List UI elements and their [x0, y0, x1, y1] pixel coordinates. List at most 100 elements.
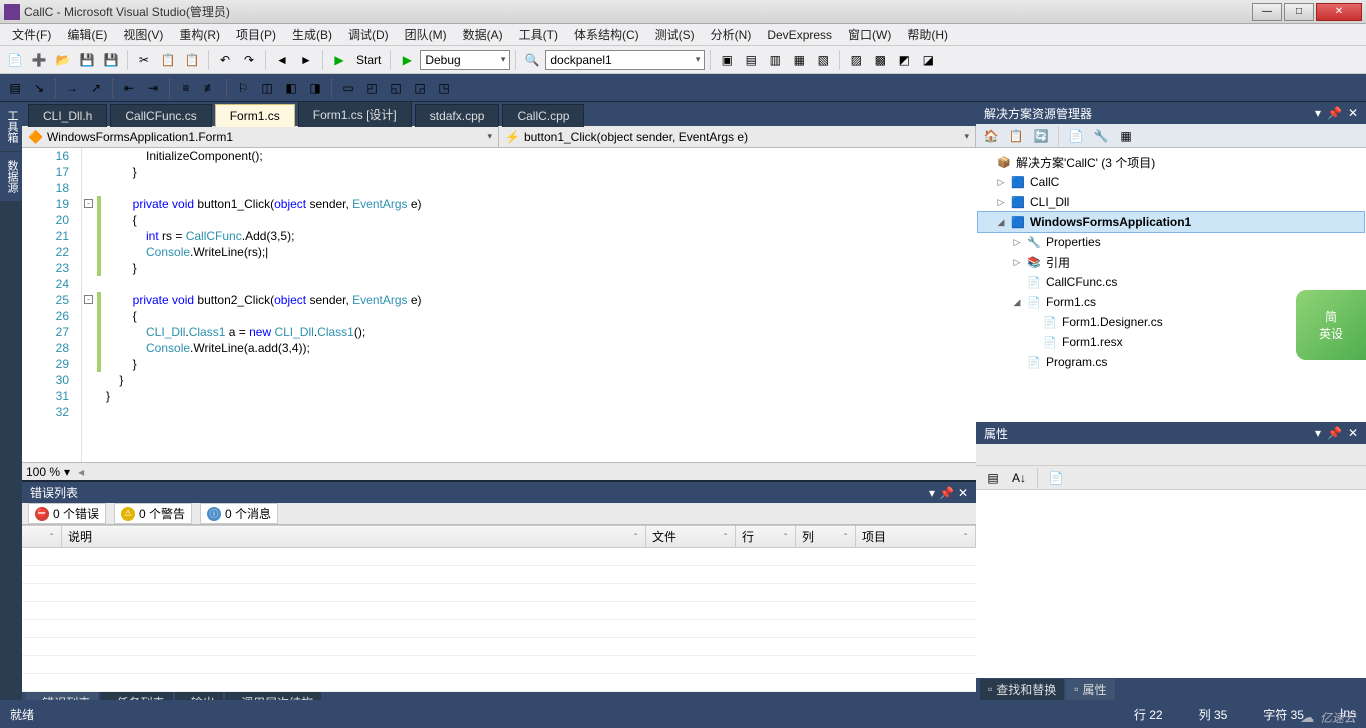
menu-帮助(H)[interactable]: 帮助(H) [899, 24, 956, 45]
uncomment-icon[interactable]: ≢ [199, 77, 221, 99]
tree-item[interactable]: ▷🔧Properties [978, 232, 1364, 252]
props-cat-icon[interactable]: ▤ [982, 467, 1004, 489]
error-col-header[interactable]: 行⌃ [736, 525, 796, 548]
new-project-icon[interactable]: 📄 [4, 49, 26, 71]
nav-back-icon[interactable]: ◄ [271, 49, 293, 71]
menu-文件(F)[interactable]: 文件(F) [4, 24, 59, 45]
menu-编辑(E)[interactable]: 编辑(E) [59, 24, 115, 45]
redo-icon[interactable]: ↷ [238, 49, 260, 71]
bookmark-icon[interactable]: ⚐ [232, 77, 254, 99]
dx-icon-8[interactable]: ◩ [893, 49, 915, 71]
props-pages-icon[interactable]: 📄 [1045, 467, 1067, 489]
find-combo[interactable]: dockpanel1 [545, 50, 705, 70]
t2-icon-10[interactable]: ◧ [280, 77, 302, 99]
sol-tb-2[interactable]: 📋 [1005, 125, 1027, 147]
code-editor[interactable]: 1617181920212223242526272829303132 -- In… [22, 148, 976, 462]
file-tab[interactable]: stdafx.cpp [415, 104, 500, 127]
dx-icon-2[interactable]: ▤ [740, 49, 762, 71]
file-tab[interactable]: Form1.cs [设计] [298, 101, 412, 127]
menu-分析(N)[interactable]: 分析(N) [703, 24, 760, 45]
dx-icon-5[interactable]: ▧ [812, 49, 834, 71]
dx-icon-6[interactable]: ▨ [845, 49, 867, 71]
props-az-icon[interactable]: A↓ [1008, 467, 1030, 489]
paste-icon[interactable]: 📋 [181, 49, 203, 71]
save-icon[interactable]: 💾 [76, 49, 98, 71]
t2-icon-16[interactable]: ◳ [433, 77, 455, 99]
t2-icon-1[interactable]: ▤ [4, 77, 26, 99]
tree-item[interactable]: ▷🟦CallC [978, 172, 1364, 192]
cut-icon[interactable]: ✂ [133, 49, 155, 71]
t2-icon-12[interactable]: ▭ [337, 77, 359, 99]
config-combo[interactable]: Debug [420, 50, 510, 70]
sol-pin-icon[interactable]: 📌 [1327, 106, 1342, 120]
right-bottom-tab[interactable]: ▫属性 [1066, 679, 1114, 700]
t2-icon-15[interactable]: ◲ [409, 77, 431, 99]
dx-icon-9[interactable]: ◪ [917, 49, 939, 71]
menu-项目(P)[interactable]: 项目(P) [228, 24, 284, 45]
save-all-icon[interactable]: 💾 [100, 49, 122, 71]
file-tab[interactable]: CallCFunc.cs [110, 104, 211, 127]
file-tab[interactable]: CLI_Dll.h [28, 104, 107, 127]
t2-icon-4[interactable]: ↗ [85, 77, 107, 99]
error-col-header[interactable]: 文件⌃ [646, 525, 736, 548]
menu-视图(V)[interactable]: 视图(V) [115, 24, 171, 45]
nav-class-combo[interactable]: 🔶 WindowsFormsApplication1.Form1 [22, 126, 499, 147]
panel-pin-icon[interactable]: 📌 [939, 486, 954, 500]
indent-more-icon[interactable]: ⇥ [142, 77, 164, 99]
t2-icon-14[interactable]: ◱ [385, 77, 407, 99]
panel-dropdown-icon[interactable]: ▾ [929, 486, 935, 500]
left-tab[interactable]: 工具箱 [0, 102, 22, 151]
sol-tb-3[interactable]: 🔄 [1030, 125, 1052, 147]
code-lines[interactable]: InitializeComponent(); } private void bu… [102, 148, 976, 462]
t2-icon-3[interactable]: → [61, 77, 83, 99]
menu-工具(T)[interactable]: 工具(T) [511, 24, 566, 45]
comment-icon[interactable]: ≡ [175, 77, 197, 99]
props-close-icon[interactable]: ✕ [1348, 426, 1358, 440]
run-icon[interactable]: ▶ [396, 49, 418, 71]
menu-重构(R)[interactable]: 重构(R) [171, 24, 228, 45]
minimize-button[interactable]: — [1252, 3, 1282, 21]
props-dropdown-icon[interactable]: ▾ [1315, 426, 1321, 440]
left-tab[interactable]: 数据源 [0, 152, 22, 201]
error-col-header[interactable]: 说明⌃ [62, 525, 646, 548]
nav-fwd-icon[interactable]: ► [295, 49, 317, 71]
file-tab[interactable]: Form1.cs [215, 104, 295, 127]
tree-root[interactable]: 📦解决方案'CallC' (3 个项目) [978, 152, 1364, 172]
right-bottom-tab[interactable]: ▫查找和替换 [980, 679, 1064, 700]
zoom-value[interactable]: 100 % [26, 465, 60, 479]
menu-DevExpress[interactable]: DevExpress [759, 26, 840, 44]
t2-icon-2[interactable]: ↘ [28, 77, 50, 99]
indent-less-icon[interactable]: ⇤ [118, 77, 140, 99]
menu-调试(D)[interactable]: 调试(D) [340, 24, 397, 45]
error-badge[interactable]: ⛔0 个错误 [28, 503, 106, 524]
menu-体系结构(C)[interactable]: 体系结构(C) [566, 24, 647, 45]
tree-item[interactable]: ▷📚引用 [978, 252, 1364, 272]
error-col-header[interactable]: ⌃ [22, 525, 62, 548]
menu-数据(A)[interactable]: 数据(A) [455, 24, 511, 45]
t2-icon-11[interactable]: ◨ [304, 77, 326, 99]
file-tab[interactable]: CallC.cpp [502, 104, 584, 127]
open-icon[interactable]: 📂 [52, 49, 74, 71]
close-button[interactable]: ✕ [1316, 3, 1362, 21]
t2-icon-13[interactable]: ◰ [361, 77, 383, 99]
tree-item[interactable]: ▷🟦CLI_Dll [978, 192, 1364, 212]
sol-tb-5[interactable]: 🔧 [1090, 125, 1112, 147]
sol-close-icon[interactable]: ✕ [1348, 106, 1358, 120]
find-icon[interactable]: 🔍 [521, 49, 543, 71]
nav-method-combo[interactable]: ⚡ button1_Click(object sender, EventArgs… [499, 126, 976, 147]
tree-item[interactable]: 📄CallCFunc.cs [978, 272, 1364, 292]
add-item-icon[interactable]: ➕ [28, 49, 50, 71]
start-play-icon[interactable]: ▶ [328, 49, 350, 71]
undo-icon[interactable]: ↶ [214, 49, 236, 71]
tree-item[interactable]: ◢🟦WindowsFormsApplication1 [978, 212, 1364, 232]
panel-close-icon[interactable]: ✕ [958, 486, 968, 500]
dx-icon-1[interactable]: ▣ [716, 49, 738, 71]
menu-生成(B)[interactable]: 生成(B) [284, 24, 340, 45]
solution-tree[interactable]: 📦解决方案'CallC' (3 个项目)▷🟦CallC▷🟦CLI_Dll◢🟦Wi… [976, 148, 1366, 422]
error-col-header[interactable]: 列⌃ [796, 525, 856, 548]
sol-tb-4[interactable]: 📄 [1065, 125, 1087, 147]
sol-tb-6[interactable]: ▦ [1115, 125, 1137, 147]
error-col-header[interactable]: 项目⌃ [856, 525, 976, 548]
copy-icon[interactable]: 📋 [157, 49, 179, 71]
t2-icon-9[interactable]: ◫ [256, 77, 278, 99]
